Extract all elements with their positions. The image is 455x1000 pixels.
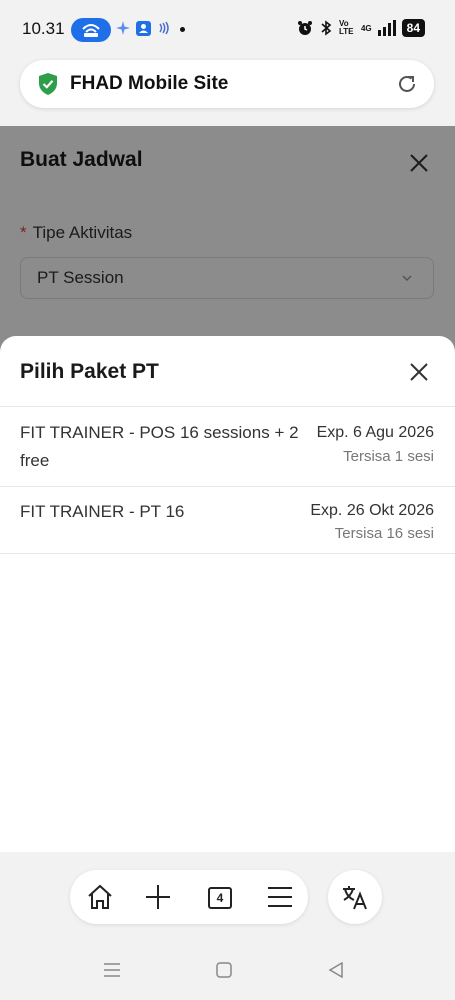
package-sheet: Pilih Paket PT FIT TRAINER - POS 16 sess… <box>0 336 455 852</box>
translate-icon <box>343 886 367 910</box>
network-type: 4G <box>360 23 372 33</box>
translate-button[interactable] <box>328 870 382 924</box>
site-title: FHAD Mobile Site <box>70 73 229 94</box>
browser-toolbar: 4 <box>0 852 455 944</box>
notification-dot-icon <box>180 27 185 32</box>
package-remaining: Tersisa 1 sesi <box>343 448 434 465</box>
package-name: FIT TRAINER - PT 16 <box>20 502 185 521</box>
package-name: FIT TRAINER - POS 16 sessions + 2 free <box>20 423 299 470</box>
close-icon[interactable] <box>408 361 430 383</box>
battery-level: 84 <box>401 19 425 37</box>
nfc-icon <box>159 21 169 35</box>
alarm-icon <box>297 21 312 35</box>
menu-icon[interactable] <box>264 881 296 913</box>
package-expiry: Exp. 26 Okt 2026 <box>310 502 434 519</box>
package-item[interactable]: FIT TRAINER - POS 16 sessions + 2 free E… <box>0 406 455 486</box>
shield-check-icon <box>39 73 57 95</box>
hotspot-icon <box>82 24 100 37</box>
reload-icon[interactable] <box>395 72 419 96</box>
signal-icon <box>377 20 396 36</box>
hotspot-pill <box>71 18 111 42</box>
home-nav-icon[interactable] <box>216 962 232 978</box>
home-icon[interactable] <box>84 881 116 913</box>
sheet-title: Pilih Paket PT <box>20 360 159 383</box>
package-expiry: Exp. 6 Agu 2026 <box>316 424 434 441</box>
status-time: 10.31 <box>22 19 65 38</box>
bluetooth-icon <box>321 20 332 36</box>
volte-label: Vo LTE <box>338 19 354 36</box>
status-bar: 10.31 Vo LTE 4G 84 <box>0 0 455 58</box>
contacts-icon <box>136 21 151 36</box>
system-navigation <box>0 944 455 1000</box>
sparkle-icon <box>116 21 130 35</box>
recents-icon[interactable] <box>103 962 121 978</box>
back-icon[interactable] <box>328 962 344 978</box>
status-right: Vo LTE 4G 84 <box>297 19 425 37</box>
package-remaining: Tersisa 16 sesi <box>334 525 434 542</box>
tabs-button[interactable]: 4 <box>201 881 233 913</box>
toolbar-group: 4 <box>70 870 308 924</box>
plus-icon[interactable] <box>142 881 174 913</box>
address-bar[interactable]: FHAD Mobile Site <box>20 60 434 108</box>
package-item[interactable]: FIT TRAINER - PT 16 Exp. 26 Okt 2026 Ter… <box>0 486 455 554</box>
tabs-count: 4 <box>208 887 232 909</box>
